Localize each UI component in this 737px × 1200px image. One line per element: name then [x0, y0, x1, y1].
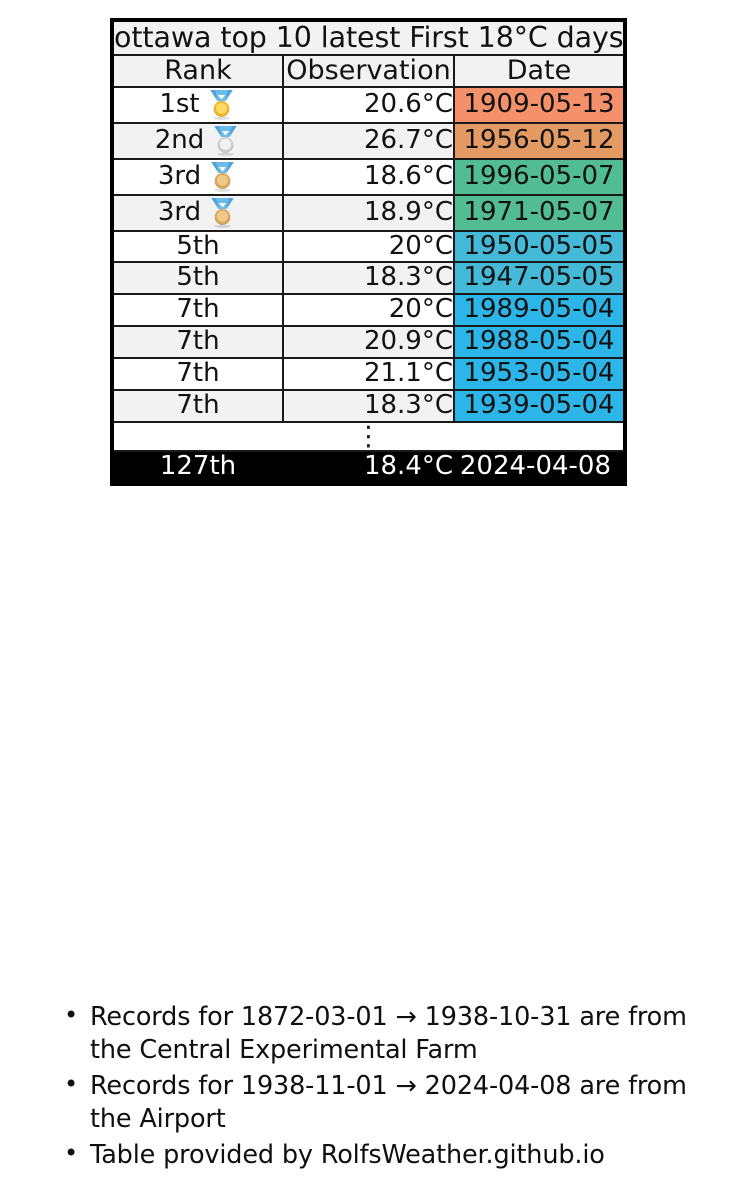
column-header-date[interactable]: Date	[453, 53, 626, 88]
rank-label: 3rd	[157, 196, 202, 227]
table-row[interactable]: 3rd 18.6°C 1996-05-07	[111, 157, 626, 196]
cell-observation: 20.6°C	[282, 85, 455, 124]
cell-date: 1989-05-04	[453, 293, 626, 328]
list-item: Records for 1872-03-01 → 1938-10-31 are …	[64, 1000, 716, 1068]
silver-medal-icon	[214, 125, 238, 156]
rank-label: 1st	[159, 88, 200, 119]
cell-date: 1947-05-05	[453, 261, 626, 296]
table-row[interactable]: 7th 21.1°C 1953-05-04	[111, 357, 626, 392]
rank-content: 1st	[159, 88, 236, 122]
rank-content: 3rd	[158, 160, 238, 194]
records-table-container: ottawa top 10 latest First 18°C days Ran…	[110, 18, 627, 486]
table-title-row: ottawa top 10 latest First 18°C days	[111, 19, 626, 56]
cell-observation: 26.7°C	[282, 121, 455, 160]
rank-content: 7th	[176, 294, 220, 325]
rank-label: 3rd	[157, 160, 202, 191]
rank-content: 7th	[176, 326, 220, 357]
cell-date: 1909-05-13	[453, 85, 626, 124]
rank-label: 7th	[176, 326, 220, 357]
bronze-medal-icon	[208, 160, 238, 194]
bronze-medal-icon	[208, 196, 238, 230]
page-root: ottawa top 10 latest First 18°C days Ran…	[0, 0, 737, 1200]
cell-rank: 1st	[111, 85, 284, 124]
table-ellipsis-row: ⋮	[111, 420, 626, 452]
rank-content: 7th	[176, 358, 220, 389]
cell-rank: 7th	[111, 357, 284, 392]
records-table: ottawa top 10 latest First 18°C days Ran…	[110, 18, 627, 486]
cell-date: 1956-05-12	[453, 121, 626, 160]
bronze-medal-icon	[211, 161, 234, 192]
table-row-current-record[interactable]: 127th 18.4°C 2024-04-08	[111, 449, 626, 485]
cell-date: 2024-04-08	[453, 449, 626, 485]
rank-label: 7th	[176, 390, 220, 421]
cell-rank: 3rd	[111, 157, 284, 196]
list-item: Table provided by RolfsWeather.github.io	[64, 1138, 716, 1172]
rank-content: 2nd	[155, 124, 242, 158]
column-header-observation[interactable]: Observation	[282, 53, 455, 88]
bronze-medal-icon	[211, 197, 234, 228]
rank-label: 5th	[176, 230, 220, 261]
gold-medal-icon	[207, 88, 237, 122]
table-row[interactable]: 5th 20°C 1950-05-05	[111, 229, 626, 264]
cell-rank: 7th	[111, 325, 284, 360]
cell-rank: 5th	[111, 261, 284, 296]
records-table-body: ottawa top 10 latest First 18°C days Ran…	[111, 19, 626, 485]
cell-observation: 18.6°C	[282, 157, 455, 196]
rank-content: 5th	[176, 263, 219, 293]
table-row[interactable]: 2nd 26.7°C 1956-05-12	[111, 121, 626, 160]
table-title: ottawa top 10 latest First 18°C days	[111, 19, 626, 56]
table-row[interactable]: 7th 20°C 1989-05-04	[111, 293, 626, 328]
silver-medal-icon	[211, 124, 241, 158]
cell-observation: 18.9°C	[282, 193, 455, 232]
cell-date: 1996-05-07	[453, 157, 626, 196]
cell-date: 1939-05-04	[453, 389, 626, 423]
footnote-list: Records for 1872-03-01 → 1938-10-31 are …	[56, 1000, 716, 1174]
cell-rank: 5th	[111, 229, 284, 264]
cell-observation: 18.4°C	[282, 449, 455, 485]
cell-rank: 3rd	[111, 193, 284, 232]
table-header-row: Rank Observation Date	[111, 53, 626, 88]
cell-observation: 18.3°C	[282, 389, 455, 423]
list-item: Records for 1938-11-01 → 2024-04-08 are …	[64, 1069, 716, 1137]
column-header-rank[interactable]: Rank	[111, 53, 284, 88]
cell-rank: 2nd	[111, 121, 284, 160]
table-row[interactable]: 7th 20.9°C 1988-05-04	[111, 325, 626, 360]
cell-observation: 18.3°C	[282, 261, 455, 296]
cell-date: 1988-05-04	[453, 325, 626, 360]
table-row[interactable]: 7th 18.3°C 1939-05-04	[111, 389, 626, 423]
table-row[interactable]: 1st 20.6°C 1909-05-13	[111, 85, 626, 124]
cell-rank: 127th	[111, 449, 284, 485]
gold-medal-icon	[209, 89, 233, 120]
cell-observation: 20°C	[282, 293, 455, 328]
rank-content: 5th	[176, 230, 220, 262]
rank-label: 2nd	[154, 124, 205, 155]
rank-label: 7th	[176, 294, 220, 325]
rank-content: 7th	[176, 390, 220, 421]
cell-observation: 20.9°C	[282, 325, 455, 360]
cell-rank: 7th	[111, 389, 284, 423]
rank-label: 5th	[176, 262, 220, 293]
rank-content: 3rd	[158, 196, 238, 230]
table-row[interactable]: 5th 18.3°C 1947-05-05	[111, 261, 626, 296]
rank-label: 7th	[176, 358, 220, 389]
cell-observation: 20°C	[282, 229, 455, 264]
cell-date: 1971-05-07	[453, 193, 626, 232]
ellipsis-indicator: ⋮	[111, 420, 626, 452]
cell-rank: 7th	[111, 293, 284, 328]
cell-date: 1950-05-05	[453, 229, 626, 264]
cell-date: 1953-05-04	[453, 357, 626, 392]
cell-observation: 21.1°C	[282, 357, 455, 392]
table-row[interactable]: 3rd 18.9°C 1971-05-07	[111, 193, 626, 232]
